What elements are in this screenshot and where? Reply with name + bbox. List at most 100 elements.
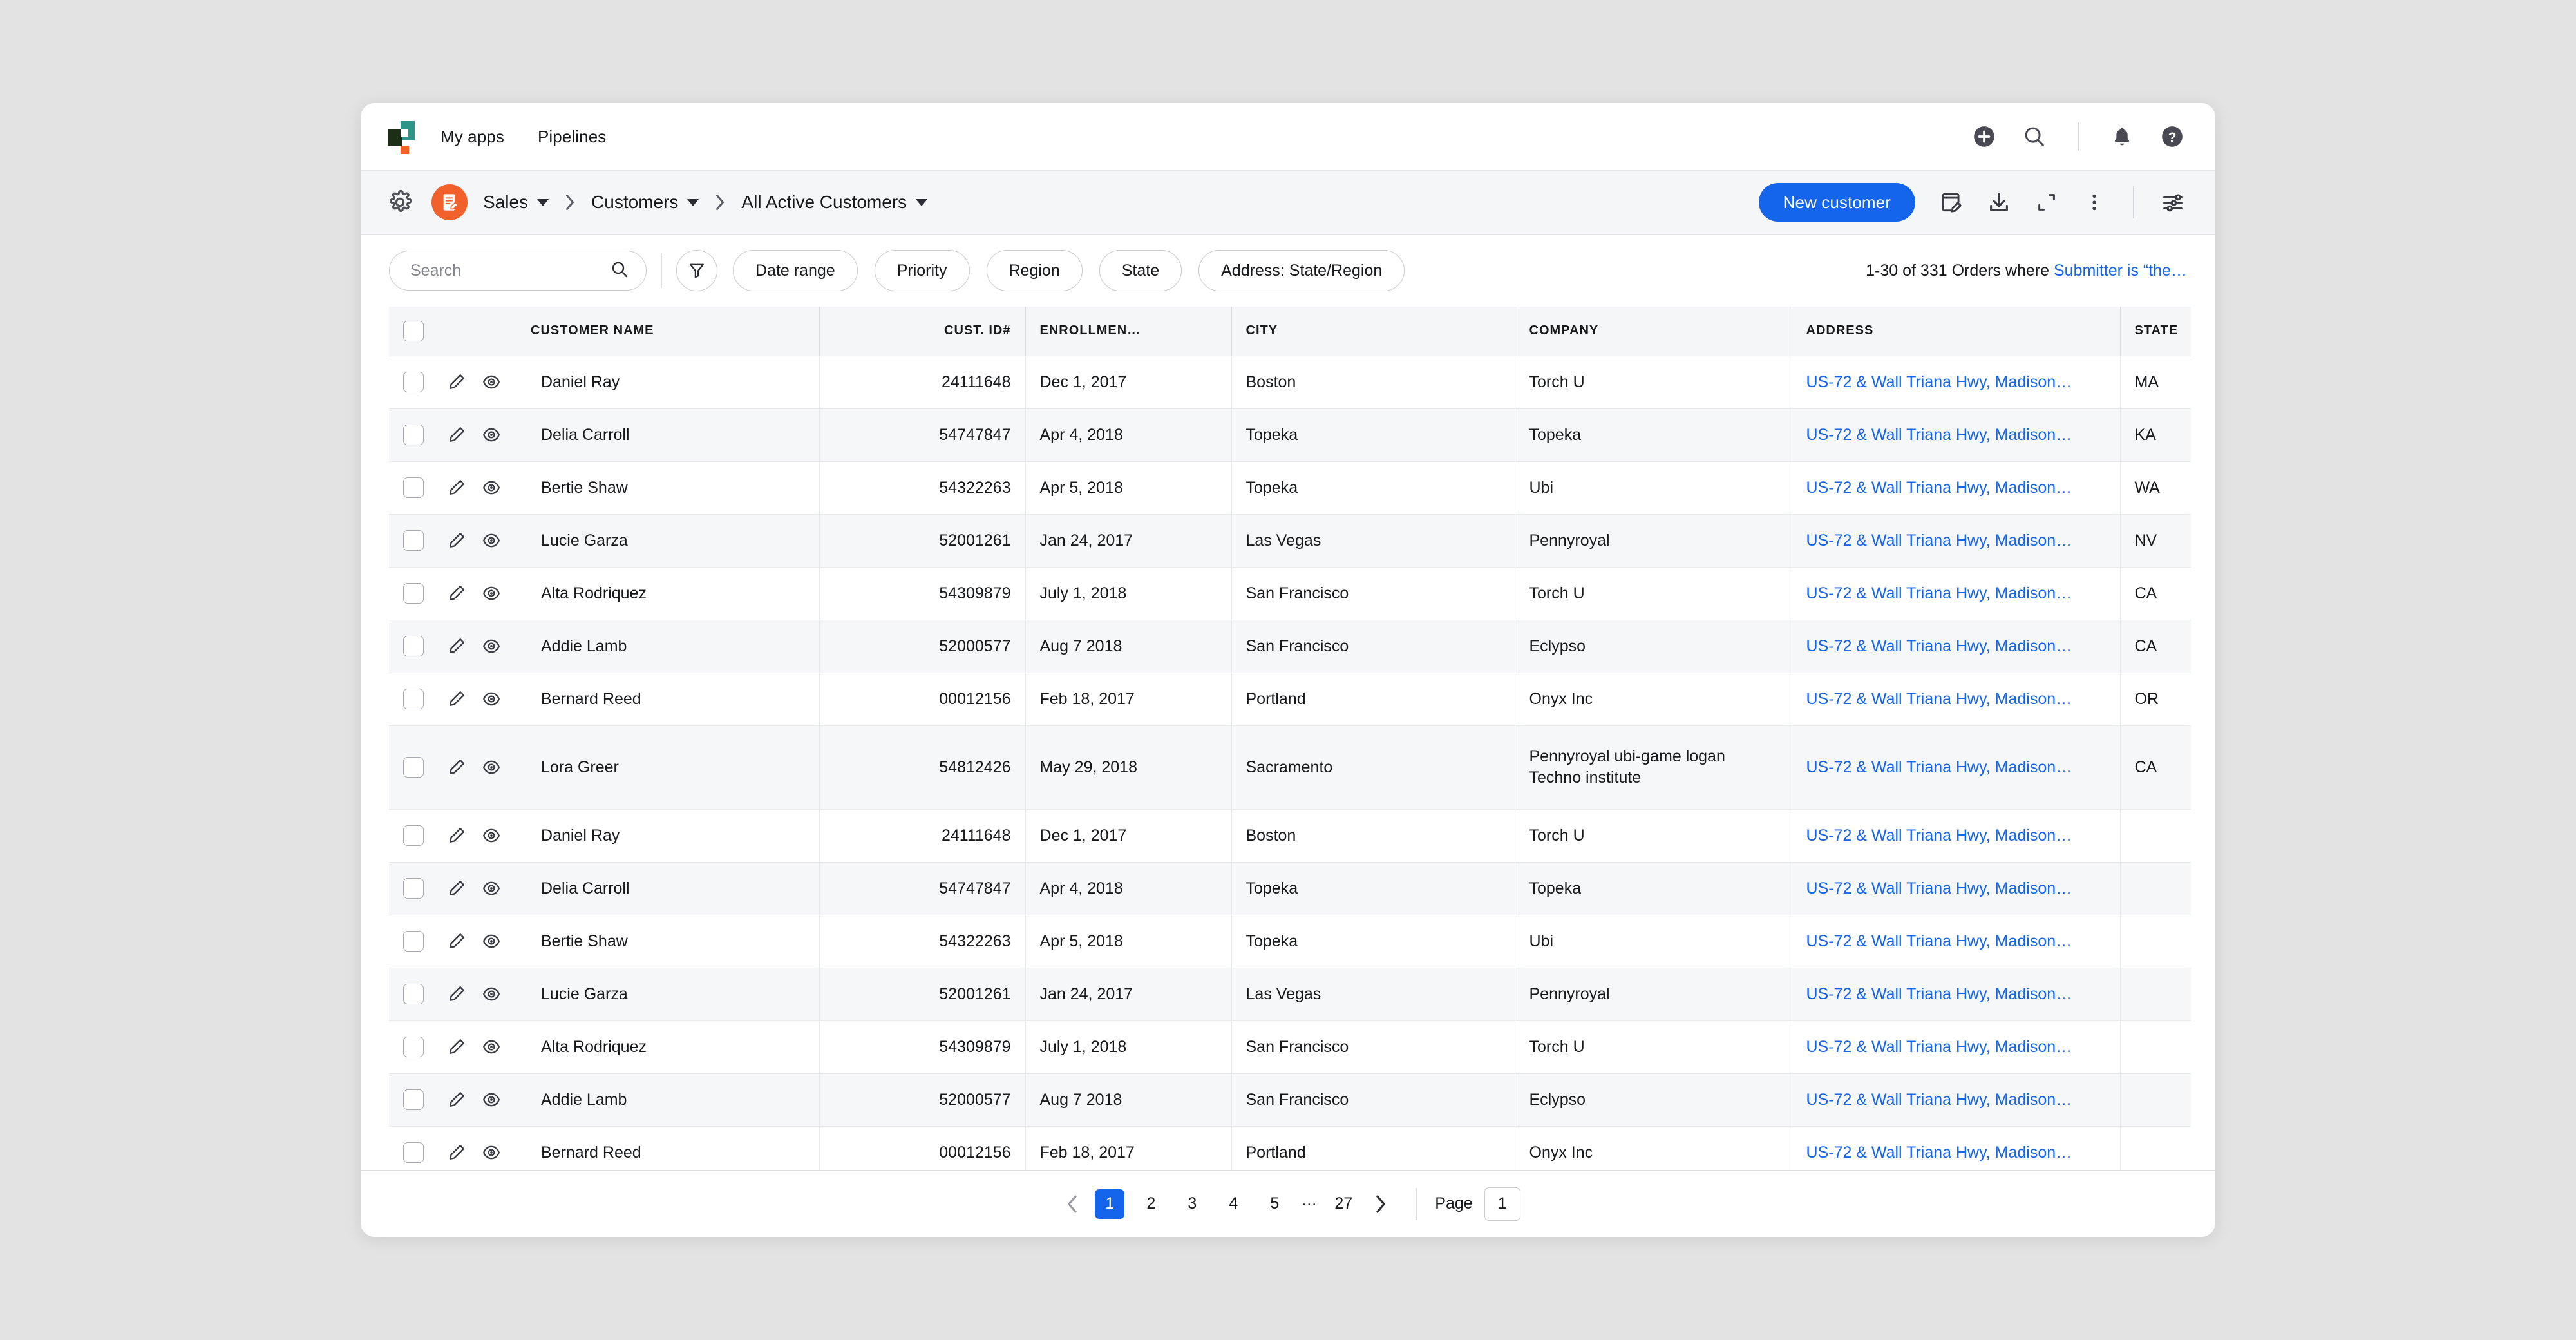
row-checkbox[interactable] [403, 689, 424, 709]
column-header-company[interactable]: COMPANY [1515, 307, 1792, 356]
cell-address[interactable]: US-72 & Wall Triana Hwy, Madison… [1792, 514, 2121, 568]
page-number-5[interactable]: 5 [1260, 1189, 1289, 1219]
breadcrumb-item-all-active-customers[interactable]: All Active Customers [741, 192, 928, 213]
search-icon[interactable] [2021, 123, 2048, 150]
row-checkbox[interactable] [403, 1089, 424, 1110]
edit-icon[interactable] [439, 1033, 474, 1061]
filter-chip-priority[interactable]: Priority [874, 250, 970, 291]
filter-chip-region[interactable]: Region [986, 250, 1083, 291]
edit-icon[interactable] [439, 685, 474, 713]
download-icon[interactable] [1985, 188, 2013, 216]
cell-address[interactable]: US-72 & Wall Triana Hwy, Madison… [1792, 1020, 2121, 1074]
row-checkbox[interactable] [403, 931, 424, 952]
edit-icon[interactable] [439, 1138, 474, 1167]
view-eye-icon[interactable] [474, 632, 509, 660]
edit-icon[interactable] [439, 753, 474, 781]
edit-icon[interactable] [439, 927, 474, 955]
settings-sliders-icon[interactable] [2159, 188, 2187, 216]
search-input[interactable] [409, 260, 610, 281]
chevron-down-icon[interactable] [537, 198, 549, 206]
gear-icon[interactable] [385, 187, 415, 217]
cell-address[interactable]: US-72 & Wall Triana Hwy, Madison… [1792, 915, 2121, 968]
address-link[interactable]: US-72 & Wall Triana Hwy, Madison… [1806, 1091, 2072, 1109]
address-link[interactable]: US-72 & Wall Triana Hwy, Madison… [1806, 637, 2072, 655]
expand-icon[interactable] [2032, 188, 2061, 216]
edit-icon[interactable] [439, 579, 474, 608]
edit-icon[interactable] [439, 526, 474, 555]
view-eye-icon[interactable] [474, 368, 509, 396]
table-row[interactable]: Daniel Ray 24111648 Dec 1, 2017 Boston Torch… [389, 809, 2191, 863]
row-checkbox[interactable] [403, 984, 424, 1004]
table-row[interactable]: Bernard Reed 00012156 Feb 18, 2017 Portland… [389, 1126, 2191, 1170]
sales-app-icon[interactable] [431, 184, 468, 220]
edit-icon[interactable] [439, 632, 474, 660]
page-number-3[interactable]: 3 [1177, 1189, 1207, 1219]
view-eye-icon[interactable] [474, 821, 509, 850]
table-row[interactable]: Bertie Shaw 54322263 Apr 5, 2018 Topeka Ubi U… [389, 461, 2191, 515]
cell-address[interactable]: US-72 & Wall Triana Hwy, Madison… [1792, 862, 2121, 915]
address-link[interactable]: US-72 & Wall Triana Hwy, Madison… [1806, 879, 2072, 897]
view-eye-icon[interactable] [474, 874, 509, 903]
row-checkbox[interactable] [403, 372, 424, 392]
column-header-address[interactable]: ADDRESS [1792, 307, 2121, 356]
breadcrumb-item-sales[interactable]: Sales [483, 192, 549, 213]
page-number-4[interactable]: 4 [1218, 1189, 1248, 1219]
filter-chip-date-range[interactable]: Date range [733, 250, 858, 291]
cell-address[interactable]: US-72 & Wall Triana Hwy, Madison… [1792, 809, 2121, 863]
page-number-2[interactable]: 2 [1136, 1189, 1166, 1219]
cell-address[interactable]: US-72 & Wall Triana Hwy, Madison… [1792, 461, 2121, 515]
select-all-checkbox[interactable] [403, 320, 424, 341]
cell-address[interactable]: US-72 & Wall Triana Hwy, Madison… [1792, 725, 2121, 810]
row-checkbox[interactable] [403, 425, 424, 445]
cell-address[interactable]: US-72 & Wall Triana Hwy, Madison… [1792, 968, 2121, 1021]
row-checkbox[interactable] [403, 878, 424, 899]
cell-address[interactable]: US-72 & Wall Triana Hwy, Madison… [1792, 567, 2121, 620]
previous-page-icon[interactable] [1056, 1187, 1089, 1221]
table-row[interactable]: Lucie Garza 52001261 Jan 24, 2017 Las Vegas… [389, 968, 2191, 1021]
row-checkbox[interactable] [403, 1037, 424, 1057]
address-link[interactable]: US-72 & Wall Triana Hwy, Madison… [1806, 1144, 2072, 1162]
column-header-customer-name[interactable]: CUSTOMER NAME [516, 307, 820, 356]
address-link[interactable]: US-72 & Wall Triana Hwy, Madison… [1806, 690, 2072, 708]
row-checkbox[interactable] [403, 825, 424, 846]
view-eye-icon[interactable] [474, 1138, 509, 1167]
add-circle-icon[interactable] [1971, 123, 1998, 150]
cell-address[interactable]: US-72 & Wall Triana Hwy, Madison… [1792, 356, 2121, 409]
edit-icon[interactable] [439, 1086, 474, 1114]
column-header-state[interactable]: STATE [2120, 307, 2191, 356]
column-header-city[interactable]: CITY [1231, 307, 1515, 356]
breadcrumb-item-customers[interactable]: Customers [591, 192, 699, 213]
table-row[interactable]: Daniel Ray 24111648 Dec 1, 2017 Boston Torch… [389, 356, 2191, 409]
view-eye-icon[interactable] [474, 927, 509, 955]
edit-icon[interactable] [439, 821, 474, 850]
row-checkbox[interactable] [403, 757, 424, 778]
table-row[interactable]: Lucie Garza 52001261 Jan 24, 2017 Las Vegas… [389, 514, 2191, 568]
address-link[interactable]: US-72 & Wall Triana Hwy, Madison… [1806, 932, 2072, 950]
cell-address[interactable]: US-72 & Wall Triana Hwy, Madison… [1792, 673, 2121, 726]
cell-address[interactable]: US-72 & Wall Triana Hwy, Madison… [1792, 1073, 2121, 1127]
address-link[interactable]: US-72 & Wall Triana Hwy, Madison… [1806, 985, 2072, 1003]
chevron-down-icon[interactable] [916, 198, 928, 206]
view-eye-icon[interactable] [474, 421, 509, 449]
view-eye-icon[interactable] [474, 579, 509, 608]
filter-chip-state[interactable]: State [1099, 250, 1182, 291]
edit-icon[interactable] [439, 421, 474, 449]
table-row[interactable]: Bernard Reed 00012156 Feb 18, 2017 Portland… [389, 673, 2191, 726]
address-link[interactable]: US-72 & Wall Triana Hwy, Madison… [1806, 758, 2072, 776]
table-row[interactable]: Addie Lamb 52000577 Aug 7 2018 San Francisc… [389, 620, 2191, 673]
column-header-cust-id[interactable]: CUST. ID# [819, 307, 1026, 356]
filter-funnel-button[interactable] [676, 250, 717, 291]
chevron-down-icon[interactable] [687, 198, 699, 206]
topnav-link-pipelines[interactable]: Pipelines [538, 127, 606, 147]
row-checkbox[interactable] [403, 530, 424, 551]
view-eye-icon[interactable] [474, 1033, 509, 1061]
view-eye-icon[interactable] [474, 685, 509, 713]
view-eye-icon[interactable] [474, 1086, 509, 1114]
filter-chip-address-state-region[interactable]: Address: State/Region [1198, 250, 1405, 291]
edit-icon[interactable] [439, 874, 474, 903]
search-icon[interactable] [610, 260, 629, 282]
edit-record-icon[interactable] [1937, 188, 1965, 216]
view-eye-icon[interactable] [474, 474, 509, 502]
app-logo[interactable] [386, 121, 416, 154]
view-eye-icon[interactable] [474, 980, 509, 1008]
